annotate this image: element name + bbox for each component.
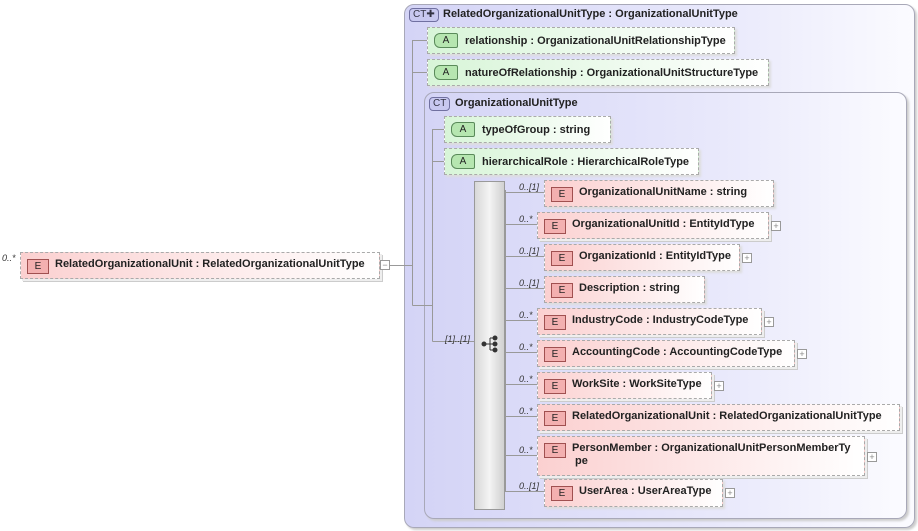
element-accountingcode[interactable]: E AccountingCode : AccountingCodeType: [537, 340, 795, 367]
element-cardinality: 0..*: [519, 341, 533, 352]
element-icon: E: [27, 259, 49, 274]
expand-button[interactable]: +: [764, 316, 774, 327]
element-cardinality: 0..[1]: [519, 480, 540, 491]
element-cardinality: 0..*: [519, 309, 533, 320]
element-label: Description : string: [579, 282, 680, 294]
element-relatedorganizationalunit[interactable]: E RelatedOrganizationalUnit : RelatedOrga…: [537, 404, 900, 431]
element-userarea[interactable]: E UserArea : UserAreaType: [544, 479, 723, 507]
sequence-cardinality: [1]..[1]: [445, 334, 471, 344]
element-industrycode[interactable]: E IndustryCode : IndustryCodeType: [537, 308, 762, 335]
element-cardinality: 0..[1]: [519, 181, 540, 192]
element-label: PersonMember : OrganizationalUnitPersonM…: [572, 442, 851, 467]
element-label: OrganizationalUnitId : EntityIdType: [572, 218, 755, 230]
element-icon: E: [551, 187, 573, 202]
element-organizationid[interactable]: E OrganizationId : EntityIdType: [544, 244, 740, 271]
element-icon: E: [544, 315, 566, 330]
element-icon: E: [551, 486, 573, 501]
element-organizationalunitname[interactable]: E OrganizationalUnitName : string: [544, 180, 774, 207]
element-personmember[interactable]: E PersonMember : OrganizationalUnitPerson…: [537, 436, 865, 476]
element-cardinality: 0..[1]: [519, 277, 540, 288]
expand-button[interactable]: +: [771, 220, 781, 231]
expand-button[interactable]: +: [867, 451, 877, 462]
element-cardinality: 0..*: [519, 373, 533, 384]
element-label: IndustryCode : IndustryCodeType: [572, 314, 749, 326]
element-icon: E: [544, 443, 566, 458]
expand-button[interactable]: +: [742, 252, 752, 263]
element-label: OrganizationId : EntityIdType: [579, 250, 731, 262]
element-cardinality: 0..*: [519, 444, 533, 455]
element-label: WorkSite : WorkSiteType: [572, 378, 702, 390]
element-label: RelatedOrganizationalUnit : RelatedOrgan…: [55, 258, 365, 270]
expand-button[interactable]: +: [725, 487, 735, 498]
element-organizationalunitid[interactable]: E OrganizationalUnitId : EntityIdType: [537, 212, 769, 239]
root-element-related-organizational-unit[interactable]: E RelatedOrganizationalUnit : RelatedOrg…: [20, 252, 380, 279]
expand-button[interactable]: +: [797, 348, 807, 359]
element-icon: E: [544, 347, 566, 362]
element-icon: E: [551, 283, 573, 298]
element-cardinality: 0..*: [519, 405, 533, 416]
element-description[interactable]: E Description : string: [544, 276, 705, 303]
element-label: AccountingCode : AccountingCodeType: [572, 346, 783, 358]
element-cardinality: 0..*: [519, 213, 533, 224]
element-icon: E: [551, 251, 573, 266]
collapse-button[interactable]: −: [380, 260, 390, 270]
element-icon: E: [544, 411, 566, 426]
root-cardinality: 0..*: [2, 253, 16, 263]
element-label: UserArea : UserAreaType: [579, 485, 712, 497]
element-cardinality: 0..[1]: [519, 245, 540, 256]
expand-button[interactable]: +: [714, 380, 724, 391]
sequence-icon: [481, 335, 498, 353]
element-icon: E: [544, 379, 566, 394]
element-label: OrganizationalUnitName : string: [579, 186, 748, 198]
element-icon: E: [544, 219, 566, 234]
element-label: RelatedOrganizationalUnit : RelatedOrgan…: [572, 410, 882, 422]
element-worksite[interactable]: E WorkSite : WorkSiteType: [537, 372, 712, 399]
